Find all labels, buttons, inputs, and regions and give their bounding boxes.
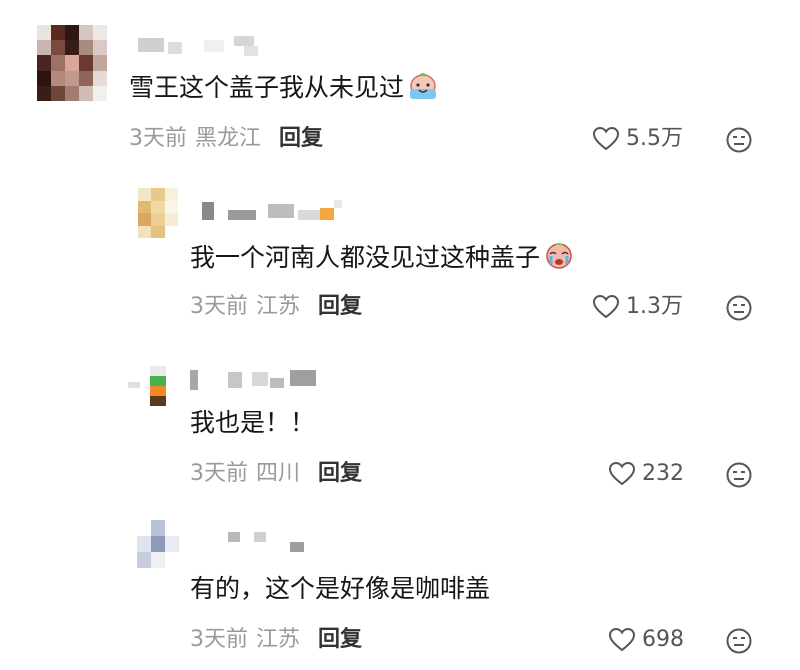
- username[interactable]: [138, 36, 268, 56]
- crying-emoji-icon: [406, 70, 440, 111]
- timestamp: 3天前: [190, 627, 248, 652]
- reply-button[interactable]: 回复: [318, 461, 362, 486]
- avatar[interactable]: [37, 25, 107, 101]
- heart-outline-icon: [592, 126, 620, 151]
- comment-text-content: 我一个河南人都没见过这种盖子: [190, 243, 541, 272]
- region-label: 四川: [256, 461, 301, 486]
- like-button[interactable]: 5.5万: [592, 124, 683, 154]
- avatar[interactable]: [138, 188, 178, 238]
- like-button[interactable]: 698: [608, 625, 684, 655]
- crying-emoji-icon: [542, 240, 576, 281]
- unamused-face-icon[interactable]: [726, 127, 752, 153]
- comment-text: 我一个河南人都没见过这种盖子: [190, 240, 576, 281]
- timestamp: 3天前: [129, 126, 187, 151]
- heart-outline-icon: [608, 461, 636, 486]
- comment-meta: 3天前 黑龙江 回复: [129, 124, 323, 154]
- reply-button[interactable]: 回复: [279, 126, 323, 151]
- avatar[interactable]: [137, 520, 179, 568]
- comment-text: 雪王这个盖子我从未见过: [129, 70, 440, 111]
- comment-meta: 3天前 四川 回复: [190, 459, 362, 489]
- username[interactable]: [190, 368, 320, 390]
- comment-meta: 3天前 江苏 回复: [190, 625, 362, 655]
- like-count: 1.3万: [626, 294, 683, 319]
- comment-text-content: 有的，这个是好像是咖啡盖: [190, 574, 491, 603]
- like-count: 698: [642, 627, 684, 652]
- reply-button[interactable]: 回复: [318, 294, 362, 319]
- like-button[interactable]: 232: [608, 459, 684, 489]
- like-count: 5.5万: [626, 126, 683, 151]
- like-button[interactable]: 1.3万: [592, 292, 683, 322]
- region-label: 黑龙江: [195, 126, 262, 151]
- region-label: 江苏: [256, 627, 301, 652]
- heart-outline-icon: [592, 294, 620, 319]
- comment-text-content: 雪王这个盖子我从未见过: [129, 73, 405, 102]
- username[interactable]: [202, 200, 347, 220]
- comment-text: 我也是！！: [190, 406, 315, 440]
- avatar-frame: [128, 382, 140, 388]
- comment-text: 有的，这个是好像是咖啡盖: [190, 572, 490, 606]
- like-count: 232: [642, 461, 684, 486]
- reply-button[interactable]: 回复: [318, 627, 362, 652]
- timestamp: 3天前: [190, 294, 248, 319]
- heart-outline-icon: [608, 627, 636, 652]
- timestamp: 3天前: [190, 461, 248, 486]
- avatar[interactable]: [150, 366, 166, 406]
- comment-text-content: 我也是！！: [190, 408, 316, 437]
- unamused-face-icon[interactable]: [726, 628, 752, 654]
- unamused-face-icon[interactable]: [726, 462, 752, 488]
- region-label: 江苏: [256, 294, 301, 319]
- unamused-face-icon[interactable]: [726, 295, 752, 321]
- comment-meta: 3天前 江苏 回复: [190, 292, 362, 322]
- username[interactable]: [228, 532, 318, 552]
